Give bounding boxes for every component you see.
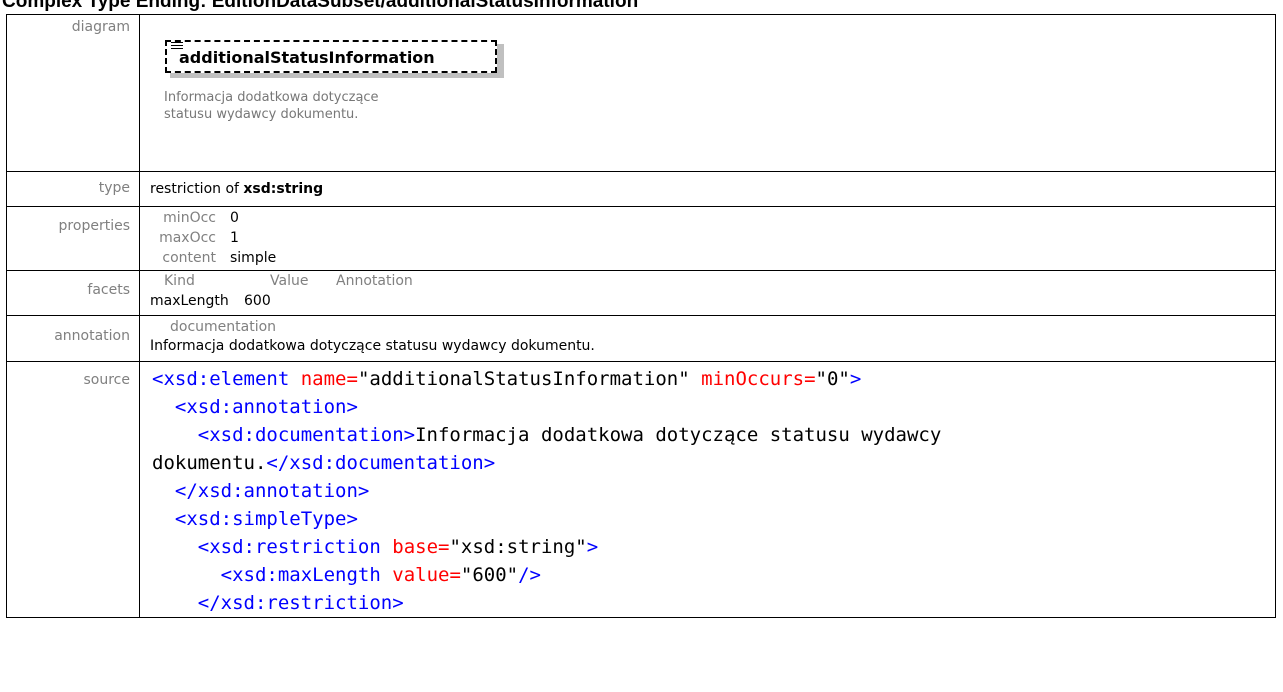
annotation-heading: documentation: [170, 319, 277, 335]
doc-line-1: Informacja dodatkowa dotyczące: [164, 90, 379, 105]
prop-val-content: simple: [230, 250, 277, 266]
src-tag: <xsd:simpleType>: [174, 508, 358, 530]
src-attr: value=: [392, 564, 461, 586]
annotation-text: Informacja dodatkowa dotyczące statusu w…: [150, 338, 595, 354]
prop-val-maxocc: 1: [230, 230, 239, 246]
source-row: source <xsd:element name="additionalStat…: [6, 361, 1276, 618]
element-doc-table: diagram additionalStatusInformation Info…: [6, 14, 1276, 618]
properties-label: properties: [6, 206, 140, 271]
facets-cell: Kind Value Annotation maxLength 600: [139, 270, 1276, 316]
source-cell: <xsd:element name="additionalStatusInfor…: [139, 361, 1276, 618]
prop-key-minocc: minOcc: [163, 210, 216, 226]
annotation-cell: documentation Informacja dodatkowa dotyc…: [139, 315, 1276, 362]
source-code: <xsd:element name="additionalStatusInfor…: [152, 362, 1275, 617]
element-name: additionalStatusInformation: [179, 48, 435, 67]
type-row: type restriction of xsd:string: [6, 171, 1276, 207]
type-base-link[interactable]: xsd:string: [243, 181, 323, 197]
src-tag: <xsd:annotation>: [174, 396, 358, 418]
src-tag: <xsd:maxLength: [220, 564, 381, 586]
annotation-row: annotation documentation Informacja doda…: [6, 315, 1276, 362]
src-text: dokumentu.: [152, 452, 267, 474]
src-val: "additionalStatusInformation": [357, 368, 690, 390]
src-val: "600": [460, 564, 519, 586]
src-attr: minOccurs=: [701, 368, 816, 390]
prop-key-maxocc: maxOcc: [159, 230, 216, 246]
source-label: source: [6, 361, 140, 618]
src-tag: <xsd:restriction: [197, 536, 381, 558]
page-title: Complex Type Ending: EditionDataSubset/a…: [2, 0, 639, 12]
src-tag: >: [586, 536, 599, 558]
src-tag: <xsd:element: [152, 368, 290, 390]
src-val: "xsd:string": [449, 536, 587, 558]
type-label: type: [6, 171, 140, 207]
facets-label: facets: [6, 270, 140, 316]
facets-header-annotation: Annotation: [336, 273, 413, 289]
type-prefix: restriction of: [150, 181, 239, 197]
src-val: "0": [815, 368, 850, 390]
properties-row: properties minOcc 0 maxOcc 1 content sim…: [6, 206, 1276, 271]
element-box[interactable]: additionalStatusInformation: [165, 40, 497, 73]
src-attr: base=: [392, 536, 450, 558]
facet-kind: maxLength: [150, 293, 229, 309]
facets-header-value: Value: [270, 273, 309, 289]
facets-row: facets Kind Value Annotation maxLength 6…: [6, 270, 1276, 316]
facets-header: Kind Value Annotation: [150, 271, 1275, 291]
src-attr: name=: [300, 368, 358, 390]
diagram-cell: additionalStatusInformation Informacja d…: [139, 14, 1276, 172]
diagram-row: diagram additionalStatusInformation Info…: [6, 14, 1276, 172]
src-tag: />: [518, 564, 541, 586]
src-tag: </xsd:annotation>: [174, 480, 370, 502]
doc-line-2: statusu wydawcy dokumentu.: [164, 107, 359, 122]
facets-header-kind: Kind: [164, 273, 195, 289]
diagram-label: diagram: [6, 14, 140, 172]
prop-key-content: content: [162, 250, 216, 266]
element-documentation: Informacja dodatkowa dotyczące statusu w…: [164, 89, 464, 123]
src-text: Informacja dodatkowa dotyczące statusu w…: [415, 424, 942, 446]
facet-value: 600: [244, 293, 271, 309]
annotation-label: annotation: [6, 315, 140, 362]
src-tag: <xsd:documentation>: [197, 424, 416, 446]
type-cell: restriction of xsd:string: [139, 171, 1276, 207]
properties-cell: minOcc 0 maxOcc 1 content simple: [139, 206, 1276, 271]
src-tag: </xsd:restriction>: [197, 592, 404, 614]
src-tag: </xsd:documentation>: [266, 452, 496, 474]
facet-row: maxLength 600: [150, 291, 1275, 312]
diagram: additionalStatusInformation Informacja d…: [140, 15, 1275, 171]
properties-grid: minOcc 0 maxOcc 1 content simple: [150, 207, 1275, 268]
prop-val-minocc: 0: [230, 210, 239, 226]
src-tag: >: [849, 368, 862, 390]
